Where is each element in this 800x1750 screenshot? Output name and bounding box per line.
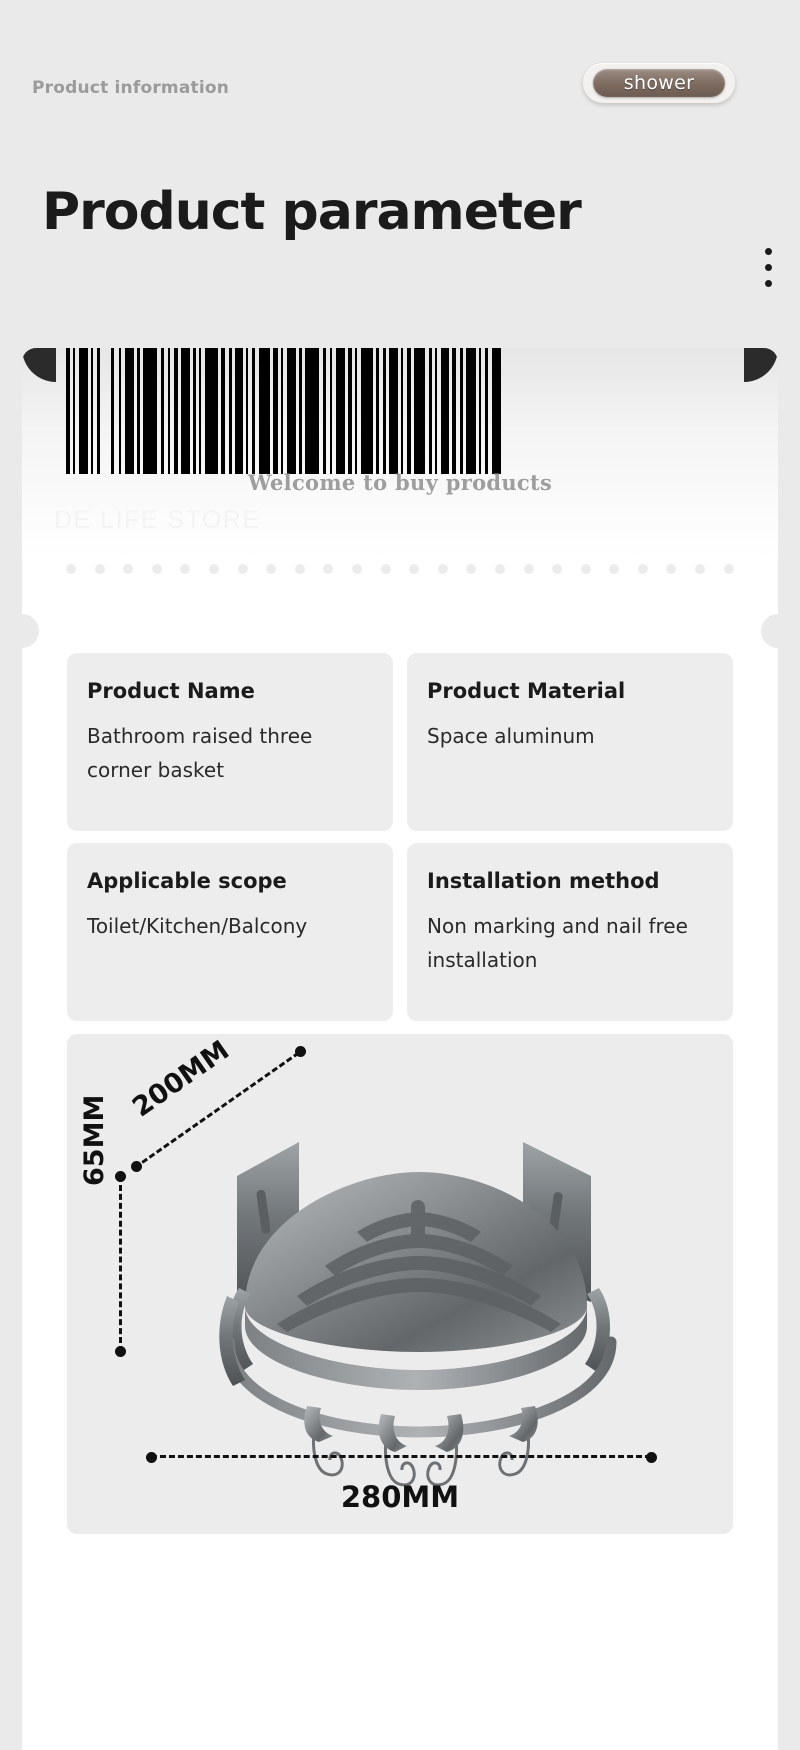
perforation-line: [66, 564, 734, 574]
spec-card-grid: Product Name Bathroom raised three corne…: [67, 653, 733, 1021]
perforation-dot: [666, 564, 677, 574]
perforation-dot: [180, 564, 191, 574]
ticket-card: Welcome to buy products DE LIFE STORE Pr…: [22, 348, 778, 1750]
more-options-icon[interactable]: [765, 248, 772, 287]
spec-label: Installation method: [427, 869, 660, 893]
perforation-dot: [723, 564, 734, 574]
perforation-dot: [409, 564, 420, 574]
ticket-header: Welcome to buy products DE LIFE STORE: [22, 348, 778, 640]
welcome-text: Welcome to buy products: [247, 470, 553, 495]
spec-value: Non marking and nail free installation: [427, 914, 688, 973]
perforation-dot: [208, 564, 219, 574]
perforation-dot: [94, 564, 105, 574]
dimension-endpoint: [115, 1346, 126, 1357]
store-watermark: DE LIFE STORE: [54, 506, 261, 534]
spec-value: Bathroom raised three corner basket: [87, 724, 313, 783]
shower-badge-inner: shower: [593, 69, 725, 97]
kebab-dot: [765, 248, 772, 255]
perforation-dot: [466, 564, 477, 574]
barcode-icon: [66, 348, 734, 474]
dimension-line-height: [119, 1176, 122, 1352]
dimension-diagram: 200MM 65MM 280MM: [67, 1034, 733, 1534]
perforation-dot: [580, 564, 591, 574]
spec-card-applicable-scope: Applicable scope Toilet/Kitchen/Balcony: [67, 843, 393, 1021]
perforation-dot: [609, 564, 620, 574]
section-kicker: Product information: [32, 78, 230, 98]
corner-shelf-illustration: [219, 1142, 617, 1487]
perforation-dot: [151, 564, 162, 574]
perforation-dot: [637, 564, 648, 574]
dimension-endpoint: [295, 1046, 306, 1057]
top-bar: Product information shower: [0, 63, 800, 120]
perforation-dot: [123, 564, 134, 574]
page-title: Product parameter: [42, 182, 582, 242]
perforation-dot: [66, 564, 76, 574]
perforation-dot: [323, 564, 334, 574]
dimension-label-height: 65MM: [79, 1094, 110, 1186]
spec-value: Space aluminum: [427, 724, 595, 748]
perforation-dot: [351, 564, 362, 574]
kebab-dot: [765, 280, 772, 287]
spec-card-installation-method: Installation method Non marking and nail…: [407, 843, 733, 1021]
perforation-dot: [523, 564, 534, 574]
perforation-dot: [380, 564, 391, 574]
ticket-cap-left: [22, 348, 56, 382]
dimension-endpoint: [131, 1161, 142, 1172]
spec-card-product-name: Product Name Bathroom raised three corne…: [67, 653, 393, 831]
perforation-dot: [494, 564, 505, 574]
spec-card-product-material: Product Material Space aluminum: [407, 653, 733, 831]
perforation-dot: [266, 564, 277, 574]
spec-label: Product Material: [427, 679, 626, 703]
dimension-line-width: [151, 1455, 651, 1458]
perforation-dot: [552, 564, 563, 574]
perforation-dot: [437, 564, 448, 574]
dimension-endpoint: [115, 1171, 126, 1182]
shower-badge-label: shower: [623, 72, 695, 94]
perforation-dot: [294, 564, 305, 574]
ticket-cap-right: [744, 348, 778, 382]
dimension-endpoint: [646, 1452, 657, 1463]
dimension-endpoint: [146, 1452, 157, 1463]
spec-label: Product Name: [87, 679, 255, 703]
kebab-dot: [765, 264, 772, 271]
dimension-label-width: 280MM: [340, 1480, 460, 1514]
perforation-dot: [695, 564, 706, 574]
perforation-dot: [237, 564, 248, 574]
shower-badge[interactable]: shower: [583, 63, 735, 103]
spec-value: Toilet/Kitchen/Balcony: [87, 914, 308, 938]
product-parameter-page: Product information shower Product param…: [0, 0, 800, 1750]
spec-label: Applicable scope: [87, 869, 287, 893]
